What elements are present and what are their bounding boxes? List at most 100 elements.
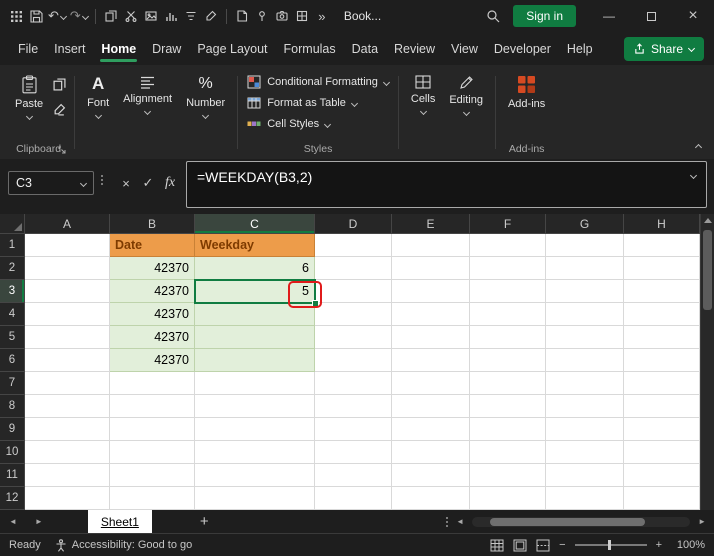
enter-icon[interactable]: ✓	[138, 173, 158, 193]
document-title[interactable]: Book...	[344, 9, 381, 23]
cell[interactable]	[470, 349, 546, 372]
cell[interactable]	[25, 372, 110, 395]
cell[interactable]	[470, 464, 546, 487]
cell[interactable]	[624, 257, 700, 280]
cut-icon[interactable]	[121, 4, 141, 28]
cell[interactable]	[546, 418, 624, 441]
copy-small-icon[interactable]	[53, 78, 66, 91]
cell[interactable]	[25, 418, 110, 441]
cell[interactable]	[624, 395, 700, 418]
cell[interactable]	[624, 418, 700, 441]
cell[interactable]	[392, 418, 470, 441]
cell[interactable]	[25, 487, 110, 510]
cell-styles-button[interactable]: Cell Styles	[243, 115, 393, 133]
clipboard-dialog-launcher-icon[interactable]	[58, 146, 67, 155]
cell[interactable]	[470, 418, 546, 441]
tab-insert[interactable]: Insert	[46, 33, 93, 65]
cell[interactable]	[315, 395, 392, 418]
format-painter-small-icon[interactable]	[53, 103, 66, 116]
cell[interactable]	[546, 464, 624, 487]
cell[interactable]	[315, 372, 392, 395]
copy-icon[interactable]	[101, 4, 121, 28]
cell[interactable]	[25, 441, 110, 464]
alignment-group-button[interactable]: Alignment	[116, 68, 179, 116]
cell[interactable]	[195, 464, 315, 487]
cell[interactable]	[315, 234, 392, 257]
row-header-3[interactable]: 3	[0, 280, 25, 303]
row-header-6[interactable]: 6	[0, 349, 25, 372]
cell[interactable]	[195, 441, 315, 464]
tab-draw[interactable]: Draw	[144, 33, 189, 65]
minimize-button[interactable]: —	[588, 0, 630, 32]
cell[interactable]	[546, 234, 624, 257]
chart-icon[interactable]	[161, 4, 181, 28]
cell[interactable]	[392, 280, 470, 303]
number-group-button[interactable]: % Number	[179, 68, 232, 120]
cell[interactable]	[392, 487, 470, 510]
pin-icon[interactable]	[252, 4, 272, 28]
expand-formula-bar-chevron[interactable]	[689, 171, 698, 180]
zoom-level[interactable]: 100%	[671, 539, 705, 551]
cell[interactable]	[110, 418, 195, 441]
cell[interactable]	[624, 464, 700, 487]
scroll-up-icon[interactable]	[704, 218, 712, 223]
cell[interactable]	[470, 395, 546, 418]
cell[interactable]	[110, 464, 195, 487]
cell[interactable]	[195, 418, 315, 441]
cell[interactable]	[392, 464, 470, 487]
cell[interactable]	[470, 257, 546, 280]
cell[interactable]	[315, 441, 392, 464]
cell[interactable]	[110, 441, 195, 464]
picture-icon[interactable]	[141, 4, 161, 28]
cancel-icon[interactable]: ×	[116, 173, 136, 193]
tab-home[interactable]: Home	[93, 33, 144, 65]
collapse-ribbon-chevron[interactable]	[694, 143, 703, 152]
tab-data[interactable]: Data	[344, 33, 386, 65]
cell[interactable]	[624, 280, 700, 303]
hscroll-right-icon[interactable]: ►	[698, 517, 706, 526]
cell[interactable]	[110, 395, 195, 418]
cell[interactable]	[546, 257, 624, 280]
cell[interactable]	[25, 464, 110, 487]
cells-dropdown-chevron[interactable]	[419, 107, 427, 116]
row-header-8[interactable]: 8	[0, 395, 25, 418]
col-header-H[interactable]: H	[624, 214, 700, 234]
view-page-layout-icon[interactable]	[513, 539, 527, 552]
number-dropdown-chevron[interactable]	[202, 111, 210, 120]
view-normal-icon[interactable]	[490, 539, 504, 552]
cell[interactable]	[470, 326, 546, 349]
col-header-B[interactable]: B	[110, 214, 195, 234]
editing-group-button[interactable]: Editing	[442, 68, 490, 117]
name-box[interactable]: C3	[8, 171, 94, 195]
cell[interactable]	[624, 303, 700, 326]
cell[interactable]	[546, 441, 624, 464]
row-header-4[interactable]: 4	[0, 303, 25, 326]
cell[interactable]	[110, 372, 195, 395]
tab-scrollbar-splitter[interactable]	[446, 516, 449, 527]
col-header-E[interactable]: E	[392, 214, 470, 234]
cell[interactable]	[25, 395, 110, 418]
cell-B3[interactable]: 42370	[110, 280, 195, 303]
col-header-C[interactable]: C	[195, 214, 315, 234]
zoom-slider[interactable]	[574, 540, 647, 550]
cell-B2[interactable]: 42370	[110, 257, 195, 280]
sheet-tab-sheet1[interactable]: Sheet1	[87, 510, 152, 533]
row-header-5[interactable]: 5	[0, 326, 25, 349]
row-header-12[interactable]: 12	[0, 487, 25, 510]
conditional-formatting-chevron[interactable]	[382, 78, 390, 86]
close-button[interactable]: ×	[672, 0, 714, 32]
cell[interactable]	[624, 372, 700, 395]
zoom-slider-thumb[interactable]	[607, 540, 611, 550]
undo-dropdown-chevron[interactable]	[59, 12, 67, 20]
tab-view[interactable]: View	[443, 33, 486, 65]
col-header-F[interactable]: F	[470, 214, 546, 234]
save-icon[interactable]	[26, 4, 46, 28]
cell-C6[interactable]	[195, 349, 315, 372]
format-as-table-button[interactable]: Format as Table	[243, 94, 393, 112]
name-box-splitter[interactable]	[101, 175, 103, 185]
cell-styles-chevron[interactable]	[324, 120, 332, 128]
tab-formulas[interactable]: Formulas	[276, 33, 344, 65]
cell[interactable]	[315, 349, 392, 372]
cell[interactable]	[392, 303, 470, 326]
cell[interactable]	[315, 280, 392, 303]
